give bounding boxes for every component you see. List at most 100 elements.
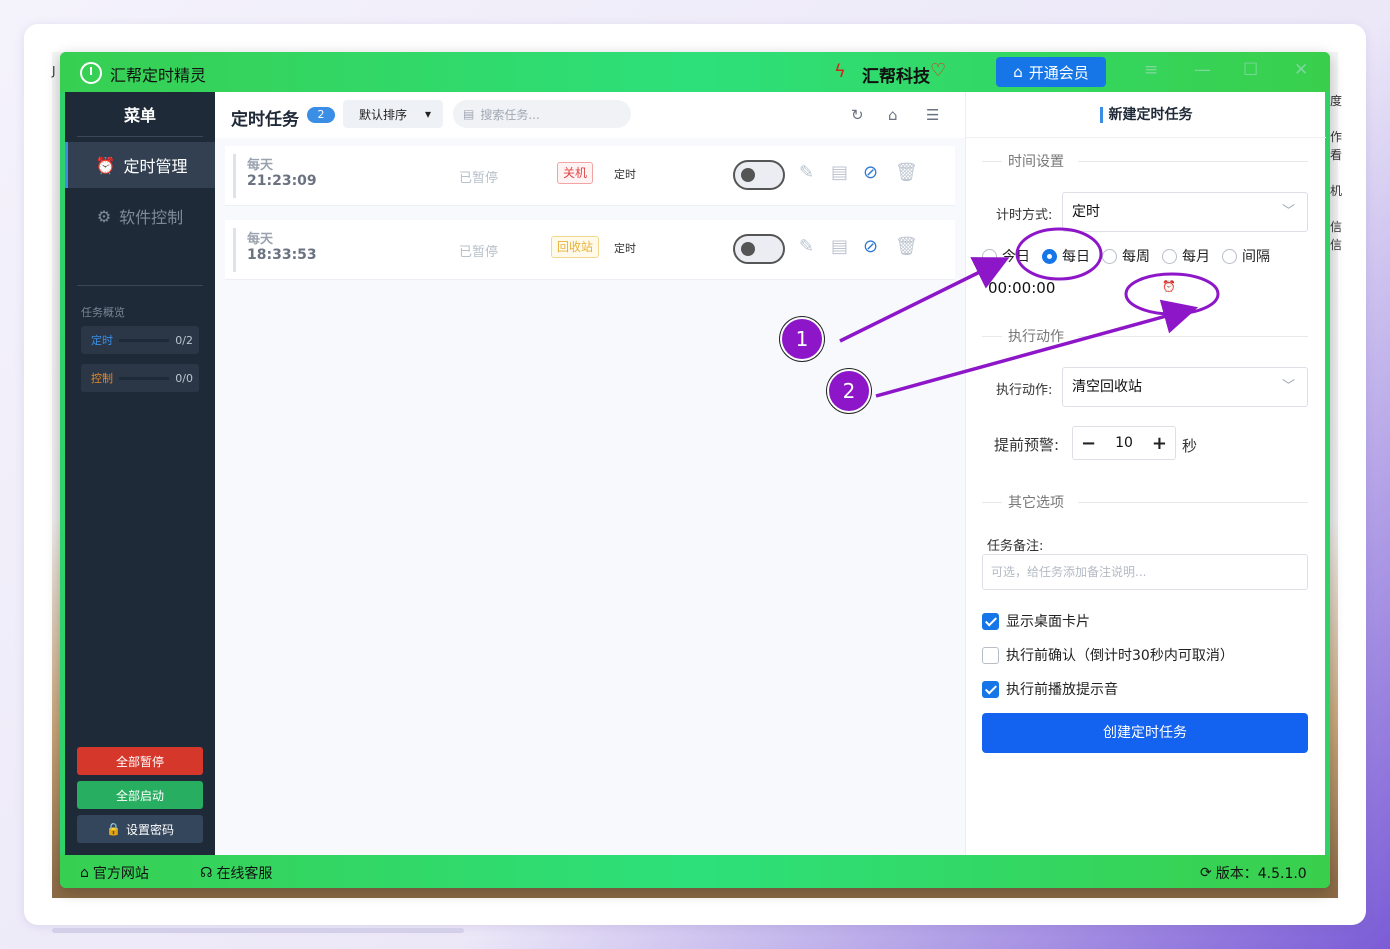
step-marker-two: 2 xyxy=(827,369,871,413)
sort-dropdown[interactable]: 默认排序 ▾ xyxy=(343,100,443,128)
step-marker-one: 1 xyxy=(780,317,824,361)
task-status: 已暂停 xyxy=(459,245,499,260)
edit-icon[interactable]: ✎ xyxy=(799,236,814,257)
heart-icon[interactable]: ♡ xyxy=(930,60,946,81)
radio-daily[interactable]: 每日 xyxy=(1042,246,1090,266)
section-title: 时间设置 xyxy=(1002,151,1070,171)
checkbox[interactable] xyxy=(982,612,999,630)
radio-dot xyxy=(1222,248,1237,264)
brand-logo-icon: ϟ xyxy=(834,61,846,82)
divider-line xyxy=(982,161,1002,162)
website-link[interactable]: ⌂ 官方网站 xyxy=(80,863,149,883)
home-icon[interactable]: ⌂ xyxy=(888,106,898,124)
set-password-label: 设置密码 xyxy=(125,822,174,837)
home-icon: ⌂ xyxy=(80,865,89,881)
timing-mode-select[interactable]: 定时 ﹀ xyxy=(1062,192,1308,232)
section-divider: 其它选项 xyxy=(982,492,1308,512)
section-divider: 执行动作 xyxy=(982,326,1308,346)
plus-icon[interactable]: + xyxy=(1152,433,1167,454)
warn-stepper[interactable]: − 10 + xyxy=(1072,426,1176,460)
support-link[interactable]: ☊ 在线客服 xyxy=(200,863,272,883)
option-show-desktop-card[interactable]: 显示桌面卡片 xyxy=(982,611,1090,631)
radio-label: 每月 xyxy=(1182,249,1210,265)
overview-title: 任务概览 xyxy=(81,306,125,319)
gift-icon: ⌂ xyxy=(1013,63,1023,81)
radio-monthly[interactable]: 每月 xyxy=(1162,246,1210,266)
desktop-edge-text: 度 xyxy=(1330,94,1343,108)
stat-bar xyxy=(119,376,170,380)
headset-icon: ☊ xyxy=(200,865,213,881)
create-task-button[interactable]: 创建定时任务 xyxy=(982,713,1308,753)
checkbox[interactable] xyxy=(982,646,999,664)
refresh-icon[interactable]: ↻ xyxy=(851,106,864,124)
task-list-header: 定时任务 2 默认排序 ▾ ▤ 搜索任务... ↻ ⌂ ☰ xyxy=(215,92,965,138)
sidebar-item-timer-management[interactable]: ⏰ 定时管理 xyxy=(65,142,215,188)
stat-label: 定时 xyxy=(91,334,113,347)
select-value: 清空回收站 xyxy=(1072,379,1142,395)
task-row[interactable]: 每天 18:33:53 已暂停 回收站 定时 ✎ ▤ ⊘ 🗑 xyxy=(225,220,955,280)
vip-label: 开通会员 xyxy=(1028,63,1089,82)
time-input[interactable]: 00:00:00 xyxy=(982,272,1178,304)
task-list-panel: 定时任务 2 默认排序 ▾ ▤ 搜索任务... ↻ ⌂ ☰ 每天 21:23:0… xyxy=(215,92,965,855)
radio-weekly[interactable]: 每周 xyxy=(1102,246,1150,266)
desktop-edge-text: 机 xyxy=(1330,184,1343,198)
task-type: 定时 xyxy=(614,242,636,255)
frequency-radio-group: 今日 每日 每周 每月 间隔 xyxy=(982,246,1282,266)
radio-label: 间隔 xyxy=(1242,249,1270,265)
copy-icon[interactable]: ▤ xyxy=(831,162,848,183)
memo-label: 任务备注: xyxy=(987,539,1044,554)
close-icon[interactable]: ✕ xyxy=(1294,60,1308,80)
row-accent xyxy=(233,154,236,198)
delete-icon[interactable]: 🗑 xyxy=(895,162,918,183)
version-info[interactable]: ⟳ 版本：4.5.1.0 xyxy=(1200,863,1307,883)
option-play-sound[interactable]: 执行前播放提示音 xyxy=(982,679,1118,699)
action-tag: 关机 xyxy=(557,162,594,184)
delete-icon[interactable]: 🗑 xyxy=(895,236,918,257)
minus-icon[interactable]: − xyxy=(1081,433,1096,454)
task-row[interactable]: 每天 21:23:09 已暂停 关机 定时 ✎ ▤ ⊘ 🗑 xyxy=(225,146,955,206)
task-time: 21:23:09 xyxy=(247,173,317,189)
radio-label: 每日 xyxy=(1062,249,1090,265)
checkbox[interactable] xyxy=(982,680,999,698)
memo-input[interactable]: 可选，给任务添加备注说明... xyxy=(982,554,1308,590)
radio-interval[interactable]: 间隔 xyxy=(1222,246,1270,266)
radio-today[interactable]: 今日 xyxy=(982,246,1030,266)
edit-icon[interactable]: ✎ xyxy=(799,162,814,183)
start-all-button[interactable]: 全部启动 xyxy=(77,781,203,809)
option-confirm-before-run[interactable]: 执行前确认（倒计时30秒内可取消） xyxy=(982,645,1234,665)
task-enable-toggle[interactable] xyxy=(733,234,785,264)
section-divider: 时间设置 xyxy=(982,151,1308,171)
menu-icon[interactable]: ≡ xyxy=(1144,60,1158,80)
divider xyxy=(77,136,203,137)
chevron-down-icon: ﹀ xyxy=(1281,379,1295,394)
log-icon[interactable]: ☰ xyxy=(926,106,939,124)
warn-unit: 秒 xyxy=(1182,437,1198,455)
disable-icon[interactable]: ⊘ xyxy=(863,162,878,183)
sidebar-item-label: 软件控制 xyxy=(119,208,184,227)
radio-label: 每周 xyxy=(1122,249,1150,265)
sidebar-item-software-control[interactable]: ⚙ 软件控制 xyxy=(65,193,215,239)
task-enable-toggle[interactable] xyxy=(733,160,785,190)
vip-button[interactable]: ⌂ 开通会员 xyxy=(996,57,1106,87)
copy-icon[interactable]: ▤ xyxy=(831,236,848,257)
minimize-icon[interactable]: — xyxy=(1194,60,1211,80)
action-select[interactable]: 清空回收站 ﹀ xyxy=(1062,367,1308,407)
desktop-edge-text: 信 xyxy=(1330,220,1343,234)
maximize-icon[interactable]: ☐ xyxy=(1243,60,1258,80)
app-title: 汇帮定时精灵 xyxy=(110,66,207,85)
disable-icon[interactable]: ⊘ xyxy=(863,236,878,257)
new-task-panel: 新建定时任务 时间设置 计时方式: 定时 ﹀ 今日 每日 每周 每月 间隔 00… xyxy=(965,92,1326,855)
divider-line xyxy=(1078,502,1308,503)
select-value: 定时 xyxy=(1072,204,1100,220)
warn-value[interactable]: 10 xyxy=(1115,435,1133,451)
alarm-clock-icon[interactable]: ⏰ xyxy=(1162,280,1176,293)
desktop-edge-text: J xyxy=(52,64,56,78)
desktop-edge-text: 信 xyxy=(1330,238,1343,252)
divider-line xyxy=(982,502,1002,503)
pause-all-button[interactable]: 全部暂停 xyxy=(77,747,203,775)
set-password-button[interactable]: 🔒 设置密码 xyxy=(77,815,203,843)
title-bar[interactable]: 汇帮定时精灵 ϟ 汇帮科技 ♡ ⌂ 开通会员 ≡ — ☐ ✕ xyxy=(60,52,1330,92)
stat-timer: 定时 0/2 xyxy=(81,326,199,354)
search-input[interactable]: ▤ 搜索任务... xyxy=(453,100,631,128)
action-label: 执行动作: xyxy=(996,383,1053,398)
